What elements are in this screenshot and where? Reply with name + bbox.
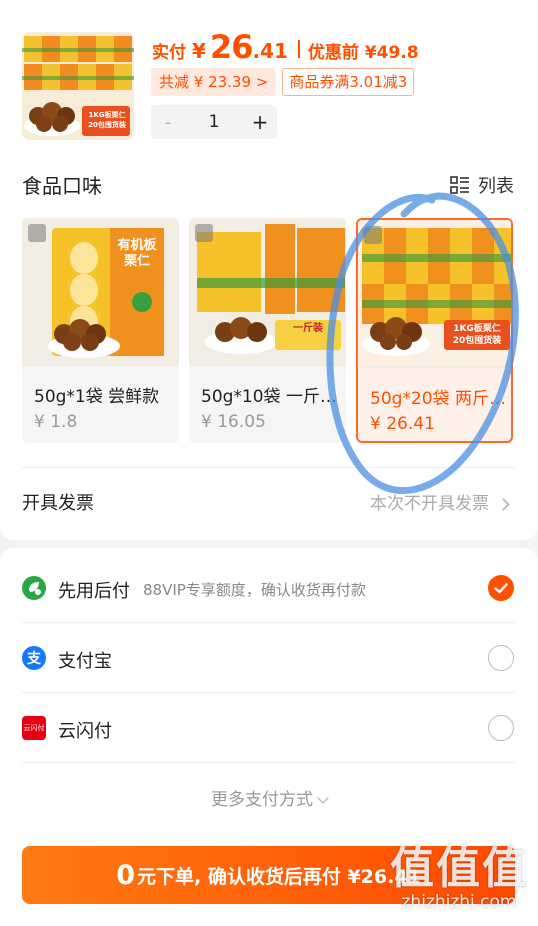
pack-text: 有机板栗仁: [117, 238, 157, 269]
watermark-main: 值值值: [390, 843, 528, 894]
price-integer: 26: [209, 28, 254, 66]
list-icon: [450, 176, 469, 194]
divider: [22, 467, 516, 468]
submit-zero: 0: [116, 859, 135, 891]
chevron-down-icon: [317, 792, 329, 804]
invoice-row[interactable]: 开具发票 本次不开具发票: [0, 467, 538, 531]
pack-text: 一斤装: [293, 323, 323, 334]
radio-checked-icon[interactable]: [488, 575, 514, 601]
flavor-option-price: ¥ 26.41: [370, 414, 435, 434]
flavor-option-2[interactable]: 一斤装 50g*10袋 一斤… ¥ 16.05: [189, 218, 346, 443]
radio-unchecked-icon[interactable]: [488, 715, 514, 741]
list-view-toggle[interactable]: 列表: [450, 172, 514, 198]
decrement-button[interactable]: -: [151, 112, 185, 133]
watermark: 值值值 zhizhizhi.com: [390, 832, 528, 912]
coupon-chip[interactable]: 商品券满3.01减3: [282, 68, 415, 96]
list-label: 列表: [478, 176, 514, 197]
divider: [22, 762, 516, 763]
flavor-option-label: 50g*20袋 两斤…: [370, 389, 506, 409]
flavor-option-price: ¥ 16.05: [201, 412, 266, 432]
flavor-option-3[interactable]: 1KG板栗仁 20包囤货装 50g*20袋 两斤… ¥ 26.41: [356, 218, 513, 443]
alipay-icon: 支: [22, 646, 46, 670]
payment-name: 支付宝: [58, 651, 112, 672]
payment-method-afterpay[interactable]: 先用后付 88VIP专享额度，确认收货再付款: [0, 553, 538, 623]
expand-icon[interactable]: [195, 224, 213, 242]
price-row: 实付 ¥ 26 .41 优惠前 ¥49.8: [152, 28, 419, 66]
payment-description: 88VIP专享额度，确认收货再付款: [143, 581, 366, 599]
flavor-option-label: 50g*10袋 一斤…: [201, 387, 337, 407]
payment-method-unionpay[interactable]: 云闪付 云闪付: [0, 693, 538, 763]
product-thumbnail[interactable]: 1KG板栗仁 20包囤货装: [22, 32, 134, 140]
payment-name: 云闪付: [58, 721, 112, 742]
invoice-value: 本次不开具发票: [370, 489, 510, 514]
unionpay-icon: 云闪付: [22, 716, 46, 740]
thumb-badge-line1: 1KG板栗仁: [88, 111, 126, 119]
flavor-option-1[interactable]: 有机板栗仁 50g*1袋 尝鲜款 ¥ 1.8: [22, 218, 179, 443]
submit-text: 元下单, 确认收货后再付 ¥26.41: [137, 865, 421, 888]
thumb-badge-line2: 20包囤货装: [88, 121, 126, 129]
flavor-section-title: 食品口味: [22, 174, 102, 198]
pay-label: 实付: [152, 43, 186, 63]
check-icon: [494, 583, 508, 594]
original-price: 优惠前 ¥49.8: [307, 43, 419, 63]
pack-text: 1KG板栗仁 20包囤货装: [452, 324, 502, 346]
more-payment-label: 更多支付方式: [211, 790, 313, 810]
svg-text:支: 支: [26, 650, 42, 667]
quantity-value[interactable]: 1: [185, 112, 243, 132]
payment-name: 先用后付: [58, 581, 130, 602]
chevron-right-icon: [497, 498, 510, 511]
increment-button[interactable]: +: [243, 110, 277, 134]
currency-symbol: ¥: [192, 39, 206, 63]
more-payment-methods[interactable]: 更多支付方式: [0, 785, 538, 810]
invoice-value-text: 本次不开具发票: [370, 494, 489, 514]
leaf-pay-icon: [22, 576, 46, 600]
radio-unchecked-icon[interactable]: [488, 645, 514, 671]
discount-detail-chip[interactable]: 共减 ¥ 23.39 >: [151, 68, 277, 96]
flavor-option-price: ¥ 1.8: [34, 412, 78, 432]
expand-icon[interactable]: [28, 224, 46, 242]
expand-icon[interactable]: [364, 226, 382, 244]
price-divider: [297, 40, 300, 58]
flavor-option-label: 50g*1袋 尝鲜款: [34, 387, 160, 407]
price-decimal: .41: [252, 39, 288, 63]
invoice-label: 开具发票: [22, 493, 94, 514]
quantity-stepper: - 1 +: [151, 105, 277, 139]
payment-method-alipay[interactable]: 支 支付宝: [0, 623, 538, 693]
watermark-sub: zhizhizhi.com: [401, 892, 517, 912]
order-card: 1KG板栗仁 20包囤货装 实付 ¥ 26 .41 优惠前 ¥49.8 共减 ¥…: [0, 0, 538, 540]
discount-chips: 共减 ¥ 23.39 > 商品券满3.01减3: [151, 68, 415, 96]
